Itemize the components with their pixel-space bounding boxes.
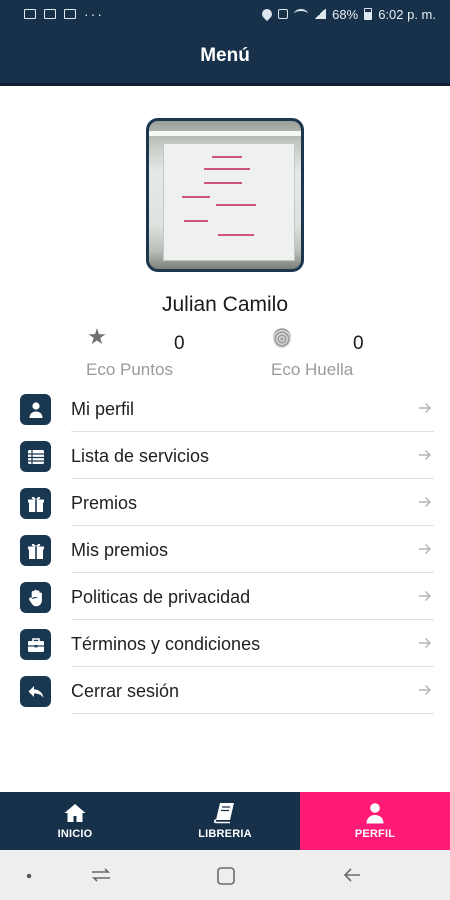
battery-icon: [364, 8, 373, 20]
tab-libreria[interactable]: LIBRERIA: [150, 792, 300, 850]
tab-inicio[interactable]: INICIO: [0, 792, 150, 850]
menu-label: Cerrar sesión: [71, 681, 180, 701]
eco-huella-label: Eco Huella: [271, 360, 354, 379]
menu-item-politicas-privacidad[interactable]: Politicas de privacidad: [0, 573, 450, 620]
arrow-right-icon: [419, 403, 431, 413]
status-time: 6:02 p. m.: [378, 6, 436, 22]
tab-label: PERFIL: [354, 828, 396, 840]
more-notifications-icon: ···: [84, 6, 104, 22]
eco-puntos-label: Eco Puntos: [86, 360, 173, 379]
tab-label: LIBRERIA: [198, 828, 252, 840]
user-name: Julian Camilo: [161, 293, 289, 316]
menu-label: Mis premios: [71, 540, 169, 560]
tab-perfil[interactable]: PERFIL: [300, 792, 450, 850]
menu-item-lista-servicios[interactable]: Lista de servicios: [0, 432, 450, 479]
book-icon: [213, 803, 234, 824]
divider: [71, 713, 434, 714]
arrow-right-icon: [419, 450, 431, 460]
fingerprint-icon: [273, 328, 291, 348]
location-icon: [260, 6, 275, 22]
list-icon: [20, 441, 51, 472]
system-nav-bar: [0, 850, 450, 900]
wifi-icon: [294, 9, 309, 19]
gift-icon: [20, 488, 51, 519]
arrow-right-icon: [419, 685, 431, 695]
signal-icon: [314, 9, 327, 19]
person-icon: [366, 803, 384, 824]
menu-item-premios[interactable]: Premios: [0, 479, 450, 526]
menu-list: Mi perfil Lista de servicios Premios Mis…: [0, 385, 450, 714]
hand-icon: [20, 582, 51, 613]
gift-icon: [20, 535, 51, 566]
eco-puntos-value: 0: [174, 333, 185, 354]
laptop-notification-icon: [44, 9, 56, 19]
status-system: 68% 6:02 p. m.: [260, 6, 436, 22]
menu-item-mis-premios[interactable]: Mis premios: [0, 526, 450, 573]
reply-icon: [20, 676, 51, 707]
home-icon: [64, 804, 86, 822]
battery-percent: 68%: [332, 6, 359, 22]
bottom-nav: INICIO LIBRERIA PERFIL: [0, 792, 450, 850]
back-button-icon[interactable]: [342, 866, 362, 884]
arrow-right-icon: [419, 638, 431, 648]
menu-item-mi-perfil[interactable]: Mi perfil: [0, 385, 450, 432]
recent-apps-icon[interactable]: [90, 866, 112, 884]
status-bar: ··· 68% 6:02 p. m.: [0, 0, 450, 28]
eco-huella-value: 0: [353, 333, 364, 354]
tab-label: INICIO: [57, 828, 93, 840]
menu-label: Términos y condiciones: [71, 634, 261, 654]
bike-notification-icon: [64, 9, 76, 19]
arrow-right-icon: [419, 497, 431, 507]
app-header: Menú: [0, 28, 450, 86]
image-notification-icon: [24, 9, 36, 19]
menu-label: Politicas de privacidad: [71, 587, 251, 607]
avatar[interactable]: [146, 118, 304, 272]
menu-item-cerrar-sesion[interactable]: Cerrar sesión: [0, 667, 450, 714]
menu-label: Mi perfil: [71, 399, 135, 419]
dot-icon: [26, 873, 32, 879]
briefcase-icon: [20, 629, 51, 660]
menu-item-terminos-condiciones[interactable]: Términos y condiciones: [0, 620, 450, 667]
arrow-right-icon: [419, 544, 431, 554]
status-notifications: ···: [24, 6, 104, 22]
person-icon: [20, 394, 51, 425]
star-icon: ★: [87, 324, 107, 349]
mute-icon: [278, 9, 289, 19]
arrow-right-icon: [419, 591, 431, 601]
home-button-icon[interactable]: [216, 866, 236, 886]
menu-label: Lista de servicios: [71, 446, 210, 466]
page-title: Menú: [200, 44, 250, 66]
menu-label: Premios: [71, 493, 138, 513]
